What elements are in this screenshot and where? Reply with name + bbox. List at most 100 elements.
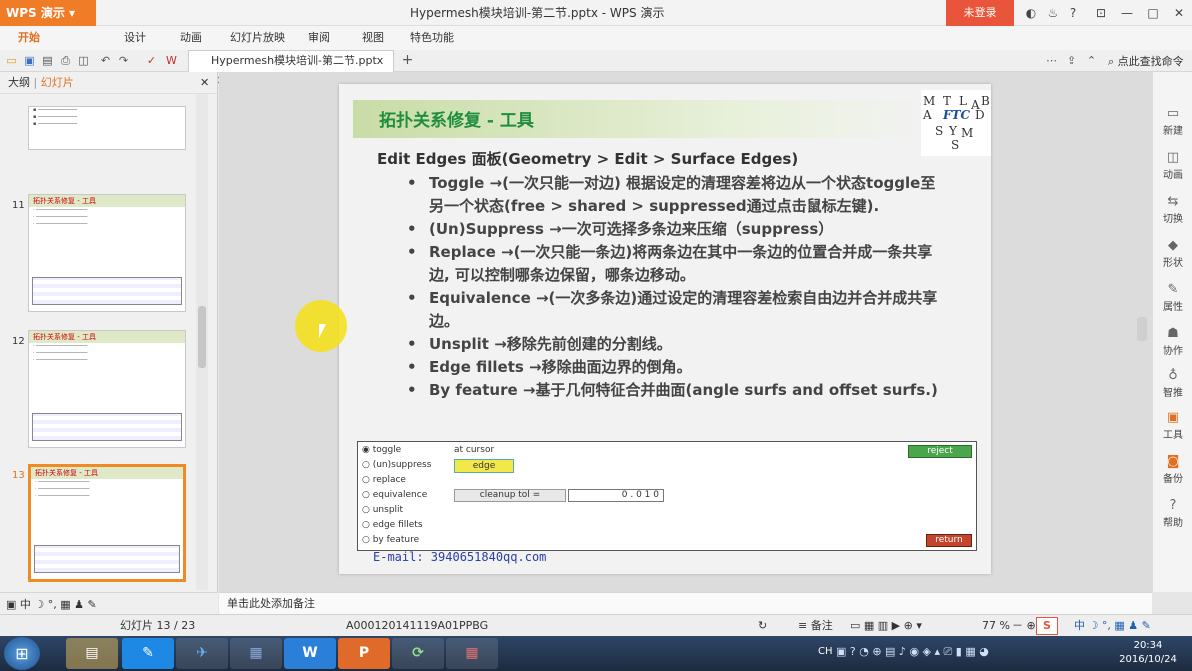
maximize-icon[interactable]: □ [1140, 0, 1166, 26]
preview-icon[interactable]: ◫ [76, 53, 91, 68]
rp-label: 工具 [1163, 430, 1183, 441]
document-tab[interactable]: Hypermesh模块培训-第二节.pptx ✕ [188, 50, 394, 87]
title-bar: WPS 演示 ▾ Hypermesh模块培训-第二节.pptx - WPS 演示… [0, 0, 1192, 26]
redo-icon[interactable]: ↷ [116, 53, 131, 68]
bulb-icon: ♁ [1168, 368, 1178, 383]
zoom-level[interactable]: 77 % [982, 615, 1010, 637]
wps-menu-button[interactable]: WPS 演示 ▾ [0, 0, 96, 26]
cleanup-tol-label: cleanup tol = [454, 489, 566, 502]
radio-unsuppress: ○ (un)suppress [362, 460, 432, 470]
hypermesh-icon[interactable]: ▦ [230, 638, 282, 669]
help-icon[interactable]: ? [1060, 0, 1086, 26]
rp-tools[interactable]: ▣ 工具 [1153, 410, 1192, 441]
option-label: toggle [372, 445, 402, 455]
wps-w-icon[interactable]: W [164, 53, 179, 68]
slides-scrollbar[interactable] [196, 94, 208, 590]
app-blue-icon[interactable]: ✎ [122, 638, 174, 669]
dropdown-icon[interactable]: ⊡ [1088, 0, 1114, 26]
sogou-ime-icon[interactable]: S [1036, 617, 1058, 635]
new-tab-icon[interactable]: + [400, 53, 415, 68]
thumb-lines: · ───────────────── [35, 479, 90, 485]
option-label: edge fillets [372, 520, 423, 530]
tab-design[interactable]: 设计 [124, 26, 146, 50]
explorer-icon[interactable]: ▤ [66, 638, 118, 669]
option-label: (un)suppress [372, 460, 432, 470]
rp-properties[interactable]: ✎ 属性 [1153, 282, 1192, 313]
view-buttons[interactable]: ▭ ▦ ▥ ▶ ⊕ ▾ [850, 615, 922, 637]
close-panel-icon[interactable]: ✕ [200, 72, 209, 94]
recorder-icon[interactable]: ▦ [446, 638, 498, 669]
rp-collab[interactable]: ☗ 协作 [1153, 326, 1192, 357]
rp-recommend[interactable]: ♁ 智推 [1153, 368, 1192, 399]
slide-thumbnail-12[interactable]: 拓扑关系修复 - 工具 · ───────────────── · ──────… [28, 330, 186, 448]
thumb-lines: · ───────────────── [35, 493, 90, 499]
thumb-lines: ▪ ───────────── [33, 114, 78, 120]
tab-home[interactable]: 开始 [18, 26, 40, 50]
windows-taskbar: ⊞ ▤ ✎ ✈ ▦ W P ⟳ ▦ CH ▣ ? ◔ ⊕ ▤ ♪ ◉ ◈ ▴ ⎚… [0, 636, 1192, 671]
tab-view[interactable]: 视图 [362, 26, 384, 50]
scrollbar-thumb[interactable] [198, 306, 206, 368]
bullet-equivalence: Equivalence →(一次多条边)通过设定的清理容差检索自由边并合并成共享… [405, 287, 945, 333]
rp-help[interactable]: ? 帮助 [1153, 498, 1192, 529]
slide-number: 11 [12, 200, 25, 211]
print-icon[interactable]: ⎙ [58, 53, 73, 68]
search-command[interactable]: ⌕ 点此查找命令 [1108, 53, 1184, 69]
tab-slideshow[interactable]: 幻灯片放映 [230, 26, 285, 50]
check-icon[interactable]: ✓ [144, 53, 159, 68]
tab-features[interactable]: 特色功能 [410, 26, 454, 50]
wps-label: WPS 演示 [6, 6, 65, 20]
thumb-lines: · ───────────────── [35, 486, 90, 492]
cleanup-tol-value: 0 . 0 1 0 [568, 489, 664, 502]
tab-review[interactable]: 审阅 [308, 26, 330, 50]
radio-replace: ○ replace [362, 475, 406, 485]
start-button-icon[interactable]: ⊞ [4, 637, 40, 670]
radio-edge-fillets: ○ edge fillets [362, 520, 423, 530]
minimize-icon[interactable]: — [1114, 0, 1140, 26]
wps-writer-icon[interactable]: W [284, 638, 336, 669]
clock[interactable]: 20:34 2016/10/24 [1116, 639, 1180, 667]
tab-animation[interactable]: 动画 [180, 26, 202, 50]
document-tab-label: Hypermesh模块培训-第二节.pptx [211, 54, 384, 67]
thumb-lines: · ───────────────── [33, 350, 88, 356]
email-footer: E-mail: 3940651840qq.com [373, 550, 547, 564]
current-slide[interactable]: 拓扑关系修复 - 工具 M T L A B D A FTC S Y M S Ed… [339, 84, 991, 574]
language-indicator[interactable]: CH [818, 646, 833, 657]
ime-toolbar-icon[interactable]: ▣ 中 ☽ °, ▦ ♟ ✎ [6, 596, 97, 612]
slide-thumbnail-10[interactable]: ▪ ───────────── ▪ ───────────── ▪ ──────… [28, 106, 186, 150]
notes-toggle[interactable]: ≡ 备注 [798, 615, 833, 637]
export-pdf-icon[interactable]: ▤ [40, 53, 55, 68]
open-icon[interactable]: ▭ [4, 53, 19, 68]
logo-letter: S [935, 124, 944, 138]
slide-number: 12 [12, 336, 25, 347]
rp-transition[interactable]: ⇆ 切换 [1153, 194, 1192, 225]
panel-tabs: 大纲 | 幻灯片 ✕ [0, 72, 217, 94]
rp-backup[interactable]: ◙ 备份 [1153, 454, 1192, 485]
canvas-scrollbar-thumb[interactable] [1137, 317, 1147, 341]
sync-icon[interactable]: ↻ [758, 615, 767, 637]
share-icon[interactable]: ⇪ [1064, 53, 1079, 68]
slide-subtitle: Edit Edges 面板(Geometry > Edit > Surface … [377, 150, 799, 168]
transition-icon: ⇆ [1167, 194, 1179, 209]
tab-slides[interactable]: 幻灯片 [41, 76, 74, 89]
rp-new[interactable]: ▭ 新建 [1153, 106, 1192, 137]
feiq-icon[interactable]: ✈ [176, 638, 228, 669]
collapse-icon[interactable]: ⌃ [1084, 53, 1099, 68]
slide-thumbnail-13[interactable]: 拓扑关系修复 - 工具 · ───────────────── · ──────… [28, 464, 186, 582]
login-button[interactable]: 未登录 [946, 0, 1014, 26]
tray-icons[interactable]: ▣ ? ◔ ⊕ ▤ ♪ ◉ ◈ ▴ ⎚ ▮ ▦ ◕ [836, 645, 989, 659]
undo-icon[interactable]: ↶ [98, 53, 113, 68]
close-icon[interactable]: ✕ [1166, 0, 1192, 26]
rp-shape[interactable]: ◆ 形状 [1153, 238, 1192, 269]
slide-thumbnail-11[interactable]: 拓扑关系修复 - 工具 · ───────────────── · ──────… [28, 194, 186, 312]
ime-status-icon[interactable]: 中 ☽ °, ▦ ♟ ✎ [1074, 615, 1151, 637]
wps-presentation-icon[interactable]: P [338, 638, 390, 669]
tab-outline[interactable]: 大纲 [8, 76, 30, 89]
logo-letter: M [923, 94, 936, 108]
rp-animation[interactable]: ◫ 动画 [1153, 150, 1192, 181]
thumb-lines: · ───────────────── [33, 357, 88, 363]
thumb-lines: · ───────────────── [33, 214, 88, 220]
save-icon[interactable]: ▣ [22, 53, 37, 68]
green-app-icon[interactable]: ⟳ [392, 638, 444, 669]
more-icon[interactable]: ⋯ [1044, 53, 1059, 68]
notes-area[interactable]: 单击此处添加备注 [219, 592, 1152, 614]
